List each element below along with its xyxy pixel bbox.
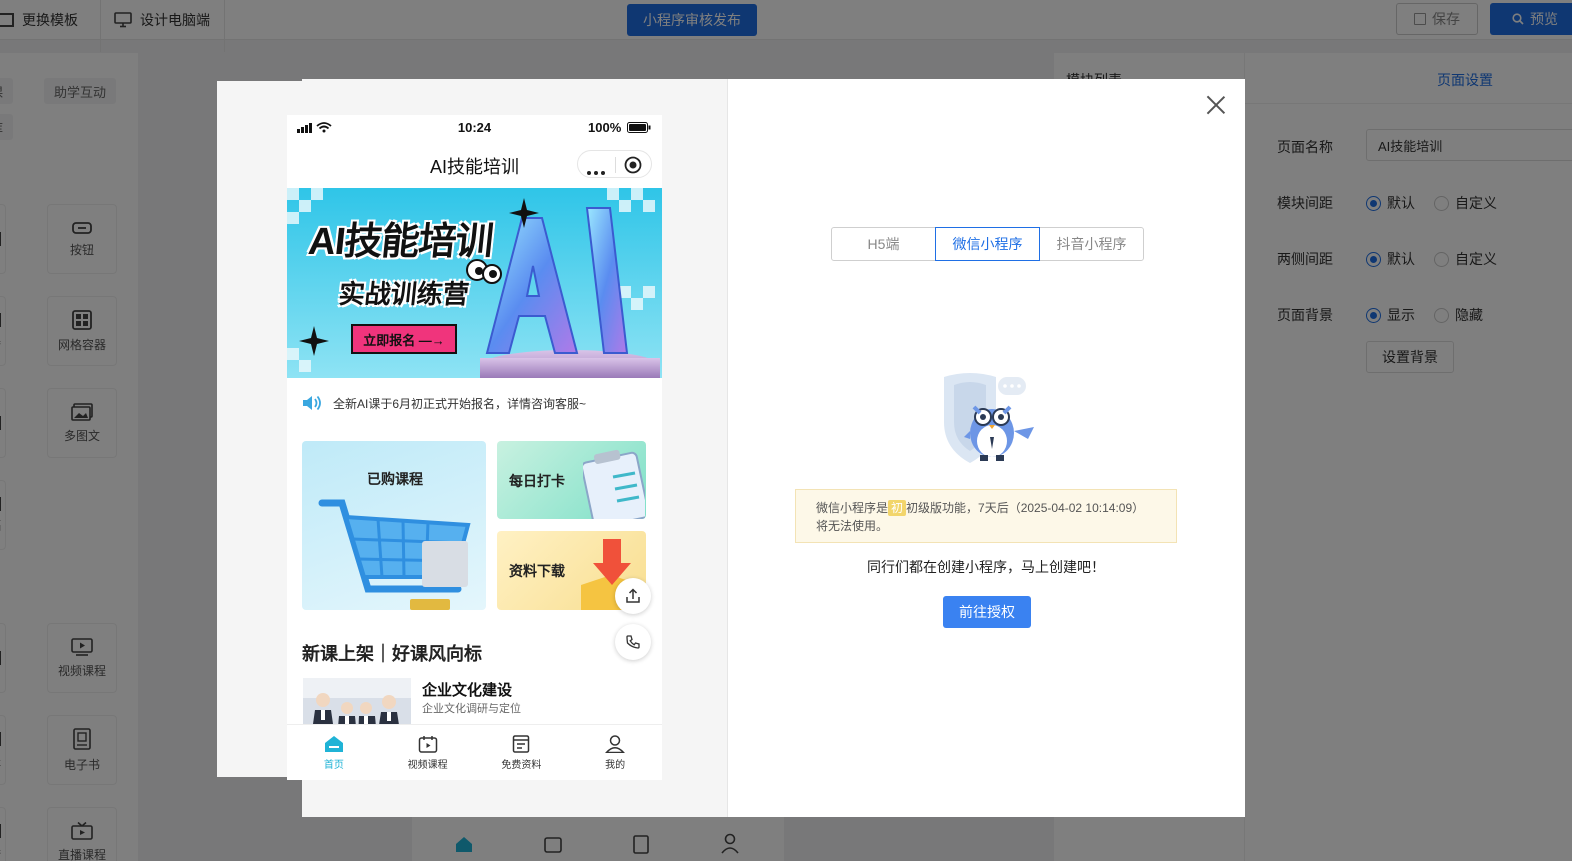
user-icon (605, 734, 626, 753)
tab-label: 我的 (605, 759, 626, 771)
speaker-icon (303, 395, 321, 411)
close-miniprogram-icon[interactable] (624, 156, 642, 177)
document-icon (513, 734, 530, 753)
card-daily-checkin[interactable]: 每日打卡 (497, 441, 646, 519)
tab-label: 首页 (323, 759, 344, 771)
tab-h5[interactable]: H5端 (831, 227, 936, 261)
phone-preview: 10:24 100% AI技能培训 AI技能培训 实战训练营 立即报名 —→ 全… (287, 115, 662, 780)
tab-video-courses[interactable]: 视频课程 (381, 725, 475, 780)
home-icon (324, 735, 343, 752)
mini-program-capsule[interactable] (577, 150, 652, 178)
owl-mascot-illustration (944, 373, 1034, 463)
tab-mine[interactable]: 我的 (568, 725, 662, 780)
course-title[interactable]: 企业文化建设 (422, 679, 512, 700)
card-label: 每日打卡 (509, 473, 565, 489)
notice-text: 全新AI课于6月初正式开始报名，详情咨询客服~ (333, 396, 587, 411)
tab-free-resources[interactable]: 免费资料 (475, 725, 569, 780)
tab-label: 视频课程 (407, 759, 448, 771)
hero-banner[interactable]: AI技能培训 实战训练营 立即报名 —→ (287, 188, 662, 378)
more-icon[interactable] (587, 163, 605, 175)
battery-percent: 100% (588, 120, 622, 135)
call-button[interactable] (615, 624, 651, 660)
banner-cta[interactable]: 立即报名 —→ (351, 324, 457, 354)
course-subtitle: 企业文化调研与定位 (422, 703, 521, 715)
phone-icon (626, 635, 640, 649)
trial-badge: 初 (888, 500, 907, 516)
card-label: 资料下载 (509, 563, 565, 579)
invite-text: 同行们都在创建小程序，马上创建吧！ (867, 559, 1105, 575)
card-label: 已购课程 (367, 471, 423, 487)
trial-warning: 微信小程序是初初级版功能，7天后（2025-04-02 10:14:09）将无法… (795, 489, 1177, 543)
section-title: 新课上架｜好课风向标 (302, 644, 482, 664)
share-button[interactable] (615, 578, 651, 614)
tab-home[interactable]: 首页 (287, 725, 381, 780)
close-icon[interactable] (1205, 95, 1227, 117)
notice-bar[interactable]: 全新AI课于6月初正式开始报名，详情咨询客服~ (287, 390, 662, 416)
authorize-button[interactable]: 前往授权 (943, 596, 1031, 628)
calendar-video-icon (418, 735, 437, 753)
tab-douyin-miniprogram[interactable]: 抖音小程序 (1039, 227, 1144, 261)
capsule-divider (615, 157, 616, 173)
banner-subline: 实战训练营 (337, 279, 471, 309)
tab-wechat-miniprogram[interactable]: 微信小程序 (935, 227, 1040, 261)
card-purchased-courses[interactable]: 已购课程 (302, 441, 486, 610)
shopping-cart-icon (318, 499, 471, 610)
share-icon (626, 588, 640, 603)
bottom-tabbar: 首页 视频课程 免费资料 我的 (287, 724, 662, 780)
status-bar: 10:24 100% (287, 115, 662, 139)
battery-icon (627, 122, 651, 133)
clipboard-icon (583, 449, 645, 519)
tab-label: 免费资料 (501, 759, 542, 771)
banner-headline: AI技能培训 (306, 221, 495, 263)
platform-switcher: H5端 微信小程序 抖音小程序 (831, 227, 1144, 261)
warning-prefix: 微信小程序是 (816, 501, 889, 515)
